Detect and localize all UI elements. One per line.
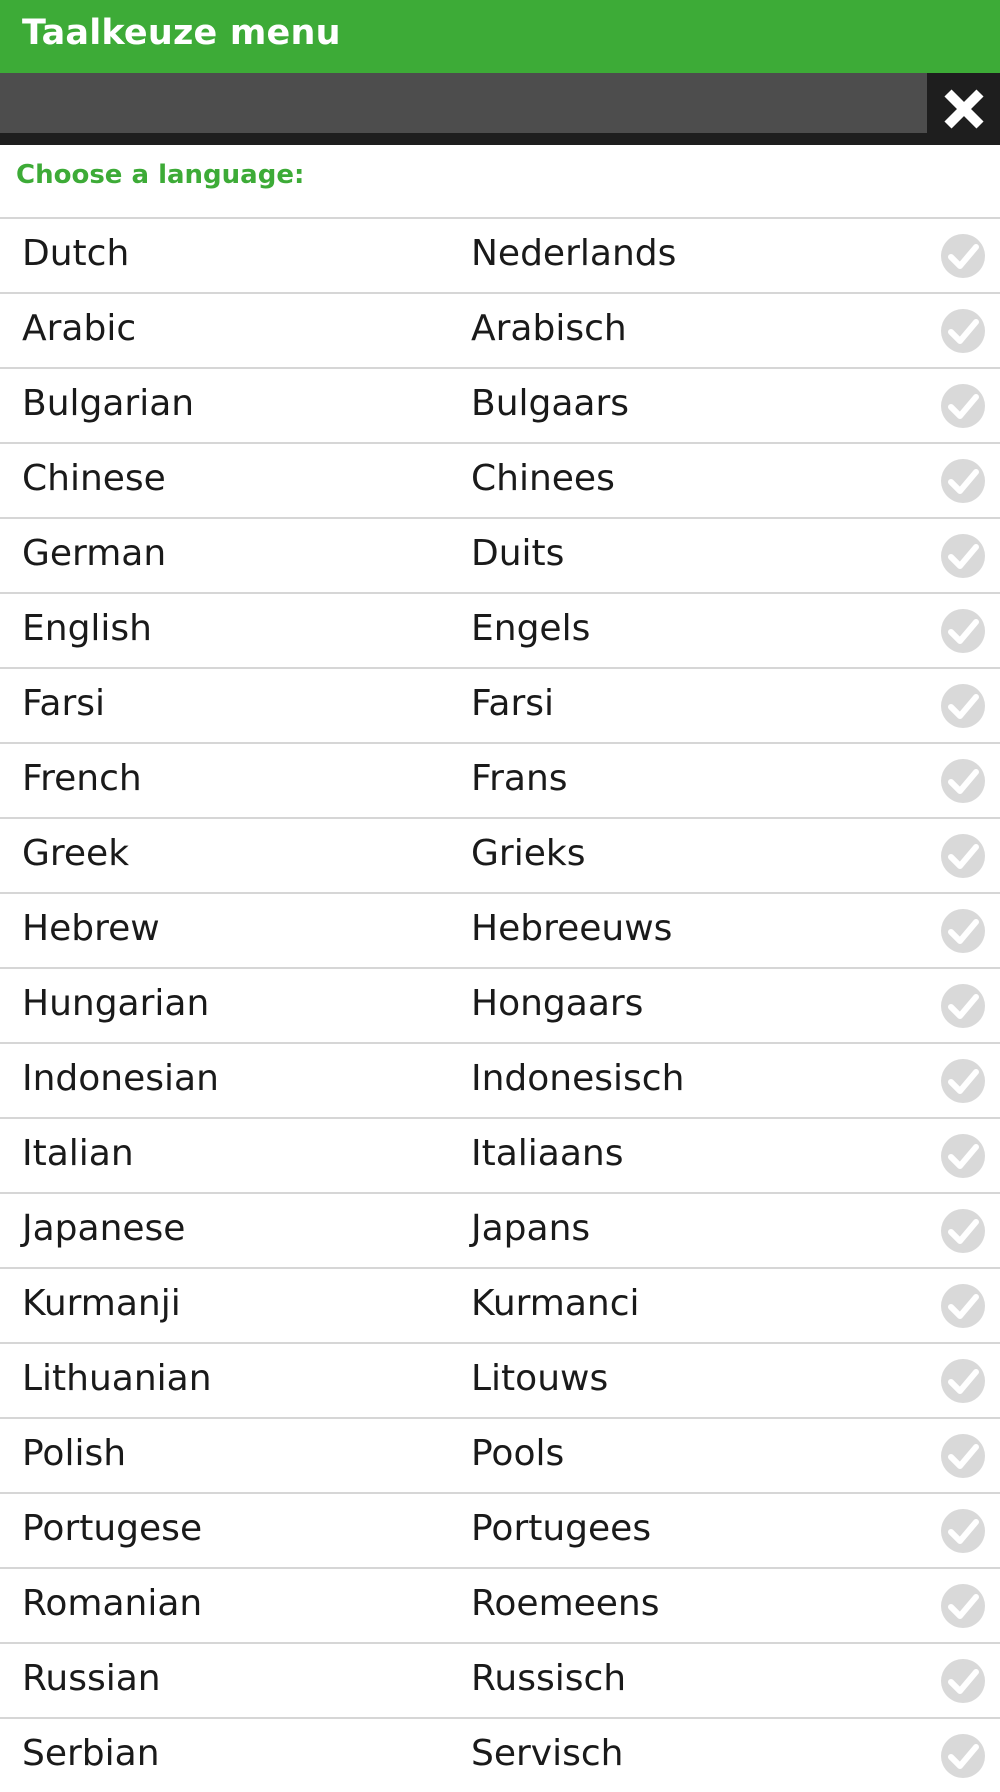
language-name-dutch: Kurmanci bbox=[471, 1283, 640, 1324]
language-name-english: German bbox=[22, 533, 167, 574]
language-name-english: Romanian bbox=[22, 1583, 203, 1624]
check-circle-icon bbox=[941, 459, 985, 503]
language-name-english: Japanese bbox=[22, 1208, 186, 1249]
language-name-dutch: Hebreeuws bbox=[471, 908, 673, 949]
language-row[interactable]: Kurmanji Kurmanci bbox=[0, 1267, 1000, 1342]
app-header: Taalkeuze menu bbox=[0, 0, 1000, 73]
language-name-english: Russian bbox=[22, 1658, 161, 1699]
language-name-dutch: Servisch bbox=[471, 1733, 624, 1774]
check-circle-icon bbox=[941, 1134, 985, 1178]
language-name-dutch: Portugees bbox=[471, 1508, 652, 1549]
language-name-dutch: Chinees bbox=[471, 458, 615, 499]
check-circle-icon bbox=[941, 759, 985, 803]
language-row[interactable]: Indonesian Indonesisch bbox=[0, 1042, 1000, 1117]
check-circle-icon bbox=[941, 1209, 985, 1253]
language-row[interactable]: Chinese Chinees bbox=[0, 442, 1000, 517]
language-list: Dutch Nederlands Arabic Arabisch Bulgari… bbox=[0, 217, 1000, 1792]
language-name-dutch: Arabisch bbox=[471, 308, 627, 349]
check-circle-icon bbox=[941, 984, 985, 1028]
language-name-english: Polish bbox=[22, 1433, 127, 1474]
language-row[interactable]: Dutch Nederlands bbox=[0, 217, 1000, 292]
check-circle-icon bbox=[941, 909, 985, 953]
language-row[interactable]: Polish Pools bbox=[0, 1417, 1000, 1492]
check-circle-icon bbox=[941, 534, 985, 578]
language-row[interactable]: Romanian Roemeens bbox=[0, 1567, 1000, 1642]
language-name-dutch: Indonesisch bbox=[471, 1058, 685, 1099]
language-name-dutch: Litouws bbox=[471, 1358, 609, 1399]
search-input[interactable] bbox=[0, 73, 927, 133]
check-circle-icon bbox=[941, 834, 985, 878]
language-name-dutch: Nederlands bbox=[471, 233, 677, 274]
language-row[interactable]: Serbian Servisch bbox=[0, 1717, 1000, 1792]
language-row[interactable]: Farsi Farsi bbox=[0, 667, 1000, 742]
language-row[interactable]: Greek Grieks bbox=[0, 817, 1000, 892]
check-circle-icon bbox=[941, 1434, 985, 1478]
language-row[interactable]: German Duits bbox=[0, 517, 1000, 592]
language-name-english: Kurmanji bbox=[22, 1283, 181, 1324]
language-name-english: Serbian bbox=[22, 1733, 160, 1774]
language-name-english: Chinese bbox=[22, 458, 166, 499]
check-circle-icon bbox=[941, 234, 985, 278]
check-circle-icon bbox=[941, 1059, 985, 1103]
language-row[interactable]: Hebrew Hebreeuws bbox=[0, 892, 1000, 967]
language-row[interactable]: Bulgarian Bulgaars bbox=[0, 367, 1000, 442]
language-name-dutch: Duits bbox=[471, 533, 565, 574]
check-circle-icon bbox=[941, 684, 985, 728]
language-name-english: Hungarian bbox=[22, 983, 210, 1024]
language-name-english: Portugese bbox=[22, 1508, 203, 1549]
language-row[interactable]: Italian Italiaans bbox=[0, 1117, 1000, 1192]
language-name-english: Greek bbox=[22, 833, 130, 874]
language-name-dutch: Japans bbox=[471, 1208, 591, 1249]
check-circle-icon bbox=[941, 609, 985, 653]
language-row[interactable]: Lithuanian Litouws bbox=[0, 1342, 1000, 1417]
check-circle-icon bbox=[941, 1509, 985, 1553]
language-row[interactable]: Hungarian Hongaars bbox=[0, 967, 1000, 1042]
language-row[interactable]: Arabic Arabisch bbox=[0, 292, 1000, 367]
language-row[interactable]: English Engels bbox=[0, 592, 1000, 667]
language-row[interactable]: Russian Russisch bbox=[0, 1642, 1000, 1717]
language-name-english: Italian bbox=[22, 1133, 134, 1174]
language-name-english: Hebrew bbox=[22, 908, 160, 949]
language-row[interactable]: French Frans bbox=[0, 742, 1000, 817]
check-circle-icon bbox=[941, 1659, 985, 1703]
language-name-dutch: Hongaars bbox=[471, 983, 644, 1024]
language-row[interactable]: Portugese Portugees bbox=[0, 1492, 1000, 1567]
search-bar bbox=[0, 73, 1000, 145]
language-name-dutch: Frans bbox=[471, 758, 568, 799]
page-title: Taalkeuze menu bbox=[22, 13, 341, 53]
language-name-english: Arabic bbox=[22, 308, 137, 349]
language-name-dutch: Roemeens bbox=[471, 1583, 660, 1624]
language-name-english: English bbox=[22, 608, 152, 649]
language-name-english: Indonesian bbox=[22, 1058, 219, 1099]
language-name-english: Bulgarian bbox=[22, 383, 195, 424]
language-row[interactable]: Japanese Japans bbox=[0, 1192, 1000, 1267]
language-name-dutch: Farsi bbox=[471, 683, 555, 724]
language-name-english: French bbox=[22, 758, 142, 799]
check-circle-icon bbox=[941, 309, 985, 353]
check-circle-icon bbox=[941, 1359, 985, 1403]
language-name-dutch: Engels bbox=[471, 608, 591, 649]
check-circle-icon bbox=[941, 1734, 985, 1778]
language-name-dutch: Grieks bbox=[471, 833, 586, 874]
language-name-dutch: Russisch bbox=[471, 1658, 627, 1699]
language-name-dutch: Bulgaars bbox=[471, 383, 630, 424]
language-name-english: Lithuanian bbox=[22, 1358, 212, 1399]
close-button[interactable] bbox=[928, 73, 1000, 145]
language-name-english: Farsi bbox=[22, 683, 106, 724]
language-name-dutch: Pools bbox=[471, 1433, 565, 1474]
choose-language-label: Choose a language: bbox=[16, 160, 305, 190]
check-circle-icon bbox=[941, 1284, 985, 1328]
check-circle-icon bbox=[941, 1584, 985, 1628]
close-icon bbox=[944, 89, 984, 129]
language-name-english: Dutch bbox=[22, 233, 130, 274]
check-circle-icon bbox=[941, 384, 985, 428]
language-name-dutch: Italiaans bbox=[471, 1133, 624, 1174]
